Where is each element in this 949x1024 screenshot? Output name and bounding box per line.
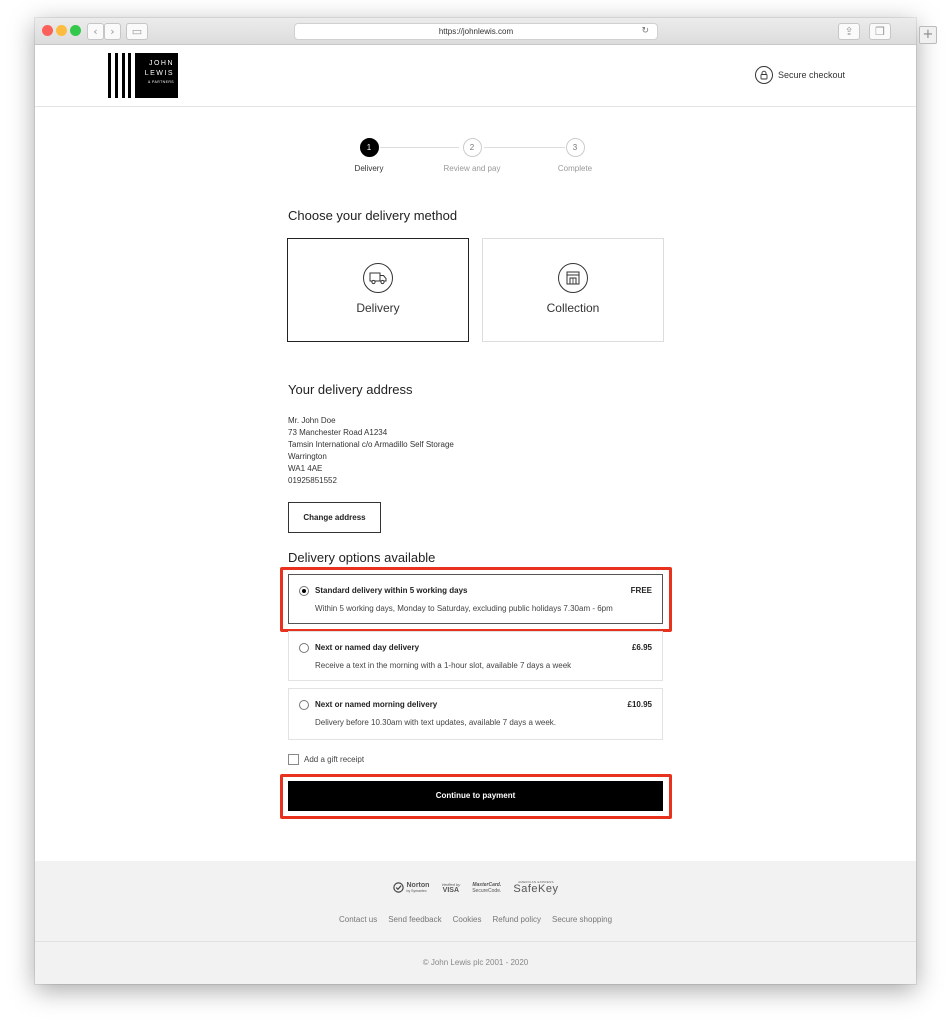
minimize-window-button[interactable] — [56, 25, 67, 36]
step-label: Review and pay — [443, 164, 501, 173]
secure-shopping-link[interactable]: Secure shopping — [552, 915, 612, 924]
delivery-options-heading: Delivery options available — [288, 550, 436, 565]
refund-policy-link[interactable]: Refund policy — [493, 915, 541, 924]
address-bar[interactable]: https://johnlewis.com ↻ — [294, 23, 658, 40]
collection-method-card[interactable]: Collection — [482, 238, 664, 342]
delivery-option-next-day[interactable]: Next or named day delivery £6.95 Receive… — [288, 631, 663, 681]
radio-button[interactable] — [299, 643, 309, 653]
address-line: WA1 4AE — [288, 464, 323, 473]
delivery-option-morning[interactable]: Next or named morning delivery £10.95 De… — [288, 688, 663, 740]
browser-toolbar: ‹ › ▭ https://johnlewis.com ↻ ⇪ ❐ + — [35, 18, 937, 45]
step-number: 1 — [359, 138, 379, 157]
mastercard-badge: MasterCard. SecureCode. — [472, 882, 501, 894]
option-price: £10.95 — [627, 700, 652, 709]
radio-button[interactable] — [299, 700, 309, 710]
step-label: Delivery — [354, 164, 384, 173]
norton-subtext: by Symantec — [406, 889, 427, 893]
option-price: £6.95 — [631, 643, 652, 652]
option-description: Receive a text in the morning with a 1-h… — [315, 661, 572, 670]
copyright: © John Lewis plc 2001 - 2020 — [422, 958, 529, 967]
address-line: Mr. John Doe — [288, 416, 336, 425]
safekey-text: SafeKey — [513, 883, 559, 895]
store-icon — [558, 263, 588, 293]
tabs-overview-icon[interactable]: ❐ — [869, 23, 891, 40]
share-icon[interactable]: ⇪ — [838, 23, 860, 40]
address-line: Tamsin International c/o Armadillo Self … — [288, 440, 454, 449]
option-title: Next or named day delivery — [315, 643, 420, 652]
delivery-address-heading: Your delivery address — [288, 382, 413, 397]
highlight-box — [280, 567, 672, 632]
secure-checkout: Secure checkout — [755, 65, 845, 85]
footer: Norton by Symantec Verified by VISA Mast… — [35, 861, 916, 984]
gift-receipt-label: Add a gift receipt — [304, 755, 365, 764]
option-title: Next or named morning delivery — [315, 700, 438, 709]
delivery-method-heading: Choose your delivery method — [288, 208, 458, 223]
site-header: JOHN LEWIS & PARTNERS Secure checkout — [35, 45, 916, 107]
visa-badge: Verified by VISA — [441, 882, 460, 894]
back-arrow-icon[interactable]: ‹ — [87, 23, 104, 40]
send-feedback-link[interactable]: Send feedback — [388, 915, 441, 924]
secure-checkout-label: Secure checkout — [778, 70, 846, 80]
logo-text-partners: & PARTNERS — [147, 80, 174, 84]
step-review-and-pay: 2 Review and pay — [432, 138, 512, 173]
method-label: Collection — [546, 301, 600, 315]
norton-text: Norton — [406, 882, 430, 889]
step-complete: 3 Complete — [545, 138, 605, 173]
step-label: Complete — [557, 164, 593, 173]
option-description: Delivery before 10.30am with text update… — [315, 718, 557, 727]
cookies-link[interactable]: Cookies — [453, 915, 482, 924]
method-label: Delivery — [356, 301, 400, 315]
address-line: 01925851552 — [288, 476, 337, 485]
delivery-address: Mr. John Doe 73 Manchester Road A1234 Ta… — [288, 415, 454, 487]
delivery-method-card[interactable]: Delivery — [287, 238, 469, 342]
change-address-button[interactable]: Change address — [288, 502, 381, 533]
reload-icon[interactable]: ↻ — [641, 24, 649, 39]
new-tab-icon[interactable]: + — [919, 26, 937, 44]
sidebar-icon[interactable]: ▭ — [126, 23, 148, 40]
step-number: 2 — [462, 138, 482, 157]
norton-badge: Norton by Symantec — [392, 882, 430, 893]
address-line: Warrington — [288, 452, 327, 461]
security-badges: Norton by Symantec Verified by VISA Mast… — [35, 880, 916, 895]
footer-divider — [35, 941, 916, 942]
logo-text-lewis: LEWIS — [144, 70, 174, 77]
norton-check-icon — [392, 882, 404, 893]
logo-text-john: JOHN — [148, 60, 174, 67]
browser-window: ‹ › ▭ https://johnlewis.com ↻ ⇪ ❐ + JOHN… — [35, 18, 937, 984]
forward-arrow-icon[interactable]: › — [104, 23, 121, 40]
safekey-badge: AMERICAN EXPRESS SafeKey — [513, 880, 558, 895]
john-lewis-logo[interactable]: JOHN LEWIS & PARTNERS — [108, 53, 178, 98]
address-line: 73 Manchester Road A1234 — [288, 428, 388, 437]
contact-us-link[interactable]: Contact us — [339, 915, 377, 924]
mastercard-text: MasterCard. — [472, 881, 502, 888]
gift-receipt[interactable]: Add a gift receipt — [288, 754, 364, 765]
gift-receipt-checkbox[interactable] — [288, 754, 299, 765]
step-delivery: 1 Delivery — [339, 138, 399, 173]
visa-text: VISA — [442, 886, 459, 894]
lock-icon — [755, 66, 773, 84]
visa-subtext: Verified by — [441, 881, 461, 887]
highlight-box — [280, 774, 672, 819]
zoom-window-button[interactable] — [70, 25, 81, 36]
footer-links: Contact us Send feedback Cookies Refund … — [35, 915, 916, 924]
mastercard-subtext: SecureCode. — [472, 887, 502, 894]
van-icon — [363, 263, 393, 293]
step-number: 3 — [565, 138, 585, 157]
close-window-button[interactable] — [42, 25, 53, 36]
url-text: https://johnlewis.com — [438, 27, 514, 36]
